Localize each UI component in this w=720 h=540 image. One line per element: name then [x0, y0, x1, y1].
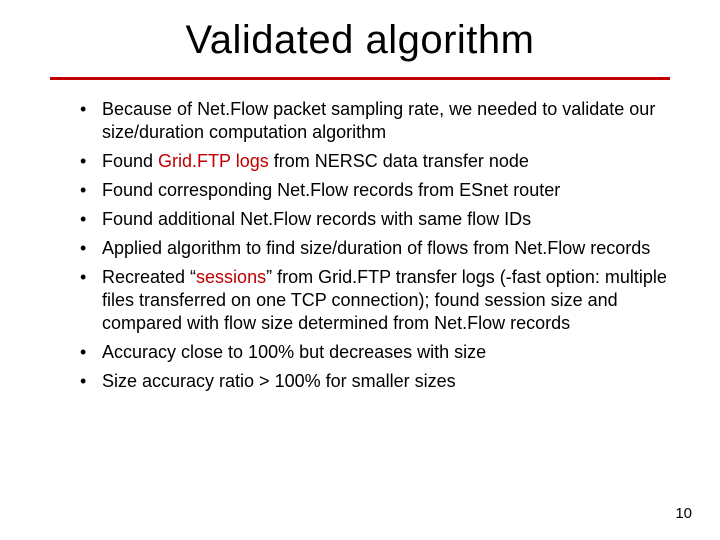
bullet-item: Found Grid.FTP logs from NERSC data tran…: [80, 150, 670, 173]
bullet-text: Because of Net.Flow packet sampling rate…: [102, 99, 655, 142]
bullet-item: Found additional Net.Flow records with s…: [80, 208, 670, 231]
bullet-text-pre: Found: [102, 151, 158, 171]
bullet-text: Size accuracy ratio > 100% for smaller s…: [102, 371, 456, 391]
bullet-text: Accuracy close to 100% but decreases wit…: [102, 342, 486, 362]
bullet-text-accent: Grid.FTP logs: [158, 151, 269, 171]
bullet-text: Applied algorithm to find size/duration …: [102, 238, 650, 258]
bullet-text: Found corresponding Net.Flow records fro…: [102, 180, 560, 200]
bullet-item: Recreated “sessions” from Grid.FTP trans…: [80, 266, 670, 335]
slide: Validated algorithm Because of Net.Flow …: [0, 0, 720, 540]
bullet-list: Because of Net.Flow packet sampling rate…: [50, 98, 670, 393]
bullet-item: Because of Net.Flow packet sampling rate…: [80, 98, 670, 144]
slide-title: Validated algorithm: [50, 18, 670, 63]
bullet-item: Applied algorithm to find size/duration …: [80, 237, 670, 260]
bullet-text-post: from NERSC data transfer node: [269, 151, 529, 171]
page-number: 10: [675, 505, 692, 522]
bullet-item: Found corresponding Net.Flow records fro…: [80, 179, 670, 202]
bullet-text: Found additional Net.Flow records with s…: [102, 209, 531, 229]
title-divider: [50, 77, 670, 80]
bullet-text-pre: Recreated “: [102, 267, 196, 287]
bullet-item: Accuracy close to 100% but decreases wit…: [80, 341, 670, 364]
bullet-text-accent: sessions: [196, 267, 266, 287]
bullet-item: Size accuracy ratio > 100% for smaller s…: [80, 370, 670, 393]
